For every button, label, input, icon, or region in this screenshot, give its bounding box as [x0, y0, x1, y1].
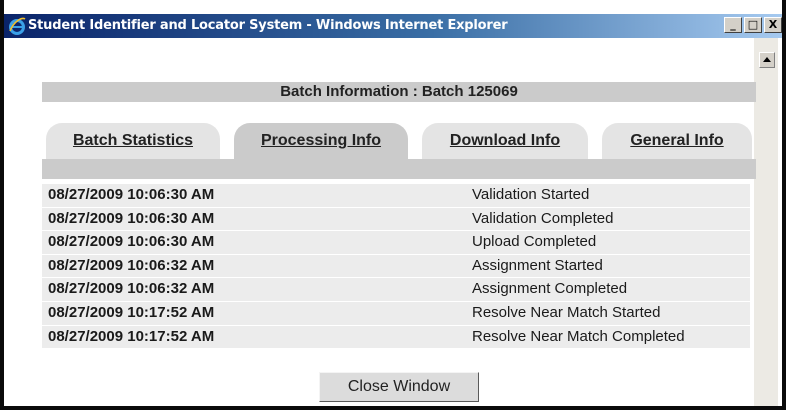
- list-item: 08/27/2009 10:06:30 AM Upload Completed: [42, 231, 750, 255]
- event-timestamp: 08/27/2009 10:06:30 AM: [48, 186, 215, 203]
- event-description: Validation Started: [472, 186, 590, 203]
- list-item: 08/27/2009 10:17:52 AM Resolve Near Matc…: [42, 325, 750, 350]
- list-item: 08/27/2009 10:06:30 AM Validation Starte…: [42, 184, 750, 208]
- event-timestamp: 08/27/2009 10:06:30 AM: [48, 233, 215, 251]
- browser-window: Student Identifier and Locator System - …: [0, 0, 786, 410]
- event-timestamp: 08/27/2009 10:06:30 AM: [48, 209, 215, 227]
- event-timestamp: 08/27/2009 10:17:52 AM: [48, 327, 215, 345]
- event-description: Resolve Near Match Started: [472, 303, 661, 321]
- batch-info-header: Batch Information : Batch 125069: [42, 82, 756, 102]
- maximize-button[interactable]: □: [744, 17, 762, 33]
- list-item: 08/27/2009 10:17:52 AM Resolve Near Matc…: [42, 301, 750, 326]
- vertical-scrollbar[interactable]: [754, 38, 778, 406]
- event-timestamp: 08/27/2009 10:06:32 AM: [48, 256, 215, 274]
- close-window-x-button[interactable]: X: [764, 17, 782, 33]
- event-description: Upload Completed: [472, 233, 597, 251]
- tab-download-info[interactable]: Download Info: [422, 123, 588, 159]
- scroll-up-arrow-icon[interactable]: [759, 52, 775, 68]
- window-controls: _ □ X: [722, 17, 782, 35]
- tab-batch-statistics[interactable]: Batch Statistics: [46, 123, 220, 159]
- tab-processing-info[interactable]: Processing Info: [234, 123, 408, 159]
- event-description: Resolve Near Match Completed: [472, 327, 685, 345]
- event-description: Assignment Completed: [472, 280, 628, 298]
- tab-general-info[interactable]: General Info: [602, 123, 752, 159]
- event-timestamp: 08/27/2009 10:06:32 AM: [48, 280, 215, 298]
- close-window-button[interactable]: Close Window: [319, 372, 479, 402]
- list-item: 08/27/2009 10:06:30 AM Validation Comple…: [42, 207, 750, 232]
- tab-content-strip: [42, 159, 756, 179]
- window-title: Student Identifier and Locator System - …: [28, 18, 508, 33]
- event-description: Validation Completed: [472, 209, 614, 227]
- minimize-button[interactable]: _: [724, 17, 742, 33]
- list-item: 08/27/2009 10:06:32 AM Assignment Comple…: [42, 278, 750, 302]
- event-description: Assignment Started: [472, 256, 603, 274]
- event-timestamp: 08/27/2009 10:17:52 AM: [48, 303, 215, 321]
- processing-events-list: 08/27/2009 10:06:30 AM Validation Starte…: [42, 184, 750, 350]
- title-bar[interactable]: Student Identifier and Locator System - …: [4, 14, 782, 38]
- internet-explorer-icon: [9, 17, 26, 35]
- list-item: 08/27/2009 10:06:32 AM Assignment Starte…: [42, 254, 750, 279]
